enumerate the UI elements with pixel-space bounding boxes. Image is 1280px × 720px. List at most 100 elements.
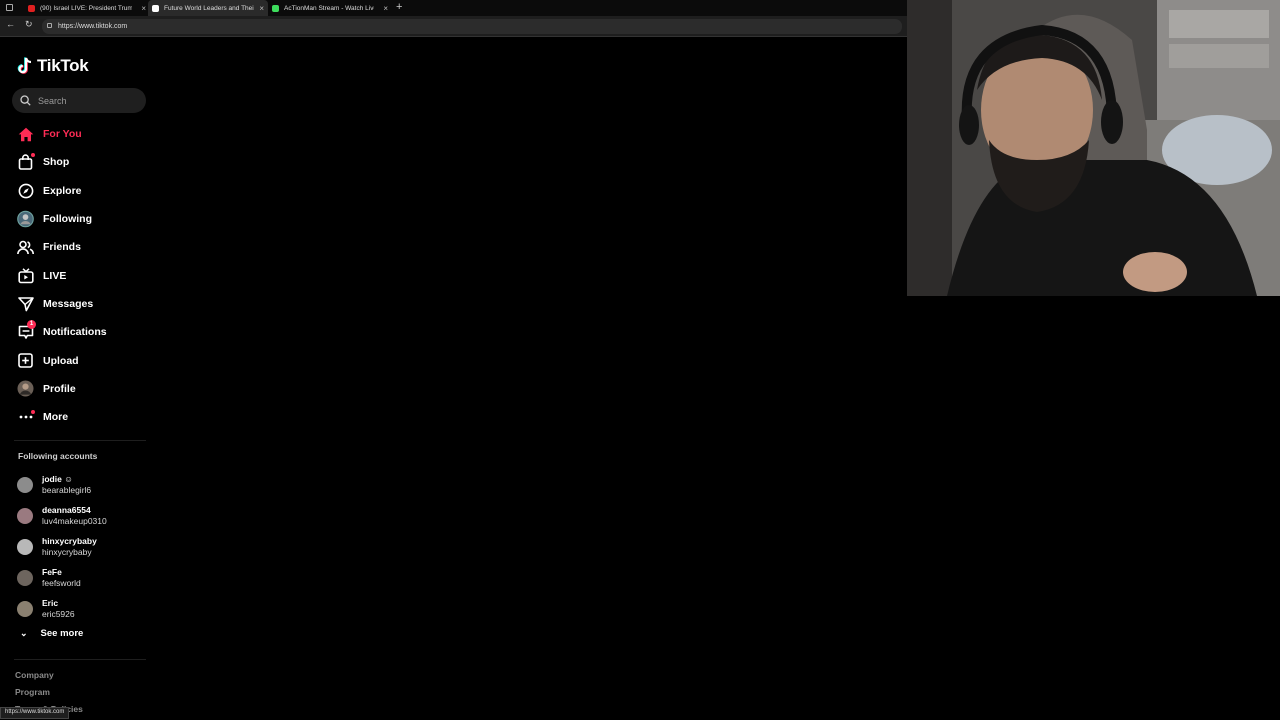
- reload-icon[interactable]: ↻: [25, 19, 33, 30]
- shop-dot: [31, 152, 35, 157]
- back-arrow-icon[interactable]: ←: [6, 19, 15, 29]
- sidebar-divider: [14, 440, 146, 441]
- chevron-down-icon: ⌄: [20, 628, 28, 638]
- account-names: deanna6554 luv4makeup0310: [42, 505, 107, 527]
- following-account-item[interactable]: FeFe feefsworld: [17, 562, 107, 593]
- friends-icon: [17, 239, 34, 256]
- account-avatar: [17, 476, 33, 493]
- browser-tab-bar: (90) Israel LIVE: President Trump × Futu…: [0, 0, 907, 16]
- account-names: jodie ☺ bearablegirl6: [42, 474, 91, 496]
- following-account-item[interactable]: hinxycrybaby hinxycrybaby: [17, 531, 107, 562]
- account-avatar: [17, 569, 33, 586]
- account-avatar: [17, 538, 33, 555]
- nav-label: Following: [43, 213, 92, 226]
- compass-icon: [17, 182, 34, 199]
- url-field[interactable]: https://www.tiktok.com: [42, 19, 902, 34]
- account-handle: eric5926: [42, 608, 75, 619]
- nav-item-shop[interactable]: Shop: [0, 148, 150, 176]
- account-name: Eric: [42, 597, 59, 608]
- following-account-item[interactable]: deanna6554 luv4makeup0310: [17, 500, 107, 531]
- account-names: Eric eric5926: [42, 598, 75, 620]
- search-icon: [20, 95, 31, 106]
- home-icon: [17, 126, 34, 143]
- nav-item-messages[interactable]: Messages: [0, 290, 150, 318]
- close-tab-icon[interactable]: ×: [141, 4, 146, 13]
- nav-item-friends[interactable]: Friends: [0, 233, 150, 261]
- nav-label: Messages: [43, 297, 94, 310]
- nav-item-live[interactable]: LIVE: [0, 261, 150, 289]
- url-text: https://www.tiktok.com: [58, 23, 128, 30]
- youtube-favicon-icon: [28, 4, 35, 12]
- tiktok-favicon-icon: [152, 4, 159, 12]
- nav-label: More: [43, 411, 69, 424]
- account-names: FeFe feefsworld: [42, 567, 81, 589]
- nav-item-for-you[interactable]: For You: [0, 120, 150, 148]
- see-more-label: See more: [40, 628, 84, 639]
- browser-status-bar: https://www.tiktok.com: [0, 707, 70, 719]
- following-accounts-list: jodie ☺ bearablegirl6 deanna6554 luv4mak…: [17, 469, 107, 624]
- nav-item-upload[interactable]: Upload: [0, 346, 150, 374]
- account-avatar: [17, 507, 33, 524]
- footer-link-program[interactable]: Program: [15, 687, 50, 697]
- nav-item-notifications[interactable]: 1 Notifications: [0, 318, 150, 346]
- nav-label: Shop: [43, 156, 70, 169]
- webcam-overlay: [907, 0, 1280, 296]
- browser-tab-3[interactable]: AcTionMan Stream - Watch Live ×: [272, 0, 388, 16]
- new-tab-button[interactable]: +: [396, 1, 402, 13]
- nav-label: LIVE: [43, 269, 67, 282]
- see-more-button[interactable]: ⌄ See more: [20, 628, 83, 639]
- profile-avatar-icon: [17, 380, 34, 397]
- webcam-streamer-image: [907, 0, 1280, 296]
- close-tab-icon[interactable]: ×: [383, 4, 388, 13]
- search-box[interactable]: [12, 88, 146, 113]
- tab-title: Future World Leaders and Their: [164, 4, 254, 12]
- kick-favicon-icon: [272, 4, 279, 12]
- footer-link-company[interactable]: Company: [15, 670, 54, 680]
- close-tab-icon[interactable]: ×: [259, 4, 264, 13]
- shopping-bag-icon: [17, 152, 35, 171]
- notification-badge: 1: [27, 319, 36, 329]
- footer-divider: [14, 659, 146, 660]
- nav-item-explore[interactable]: Explore: [0, 177, 150, 205]
- notifications-icon: 1: [17, 319, 36, 341]
- tab-menu-icon[interactable]: [6, 4, 13, 11]
- browser-tab-2[interactable]: Future World Leaders and Their ×: [148, 0, 268, 16]
- account-handle: luv4makeup0310: [42, 515, 107, 526]
- account-handle: bearablegirl6: [42, 484, 92, 495]
- nav-item-profile[interactable]: Profile: [0, 375, 150, 403]
- account-avatar: [17, 600, 33, 617]
- account-name: jodie ☺: [42, 473, 73, 484]
- account-handle: hinxycrybaby: [42, 546, 92, 557]
- nav-label: Explore: [43, 184, 82, 197]
- nav-item-more[interactable]: More: [0, 403, 150, 431]
- browser-tab-1[interactable]: (90) Israel LIVE: President Trump ×: [28, 0, 146, 16]
- search-input[interactable]: [36, 94, 140, 107]
- following-account-item[interactable]: Eric eric5926: [17, 593, 107, 624]
- nav-label: Upload: [43, 354, 79, 367]
- tiktok-note-icon: [17, 57, 32, 74]
- account-name: deanna6554: [42, 504, 91, 515]
- tiktok-logo[interactable]: TikTok: [17, 56, 89, 76]
- nav-item-following[interactable]: Following: [0, 205, 150, 233]
- brand-name: TikTok: [37, 56, 89, 75]
- account-handle: feefsworld: [42, 577, 81, 588]
- account-name: FeFe: [42, 566, 62, 577]
- live-tv-icon: [17, 267, 34, 284]
- nav-label: Notifications: [43, 326, 107, 339]
- following-account-item[interactable]: jodie ☺ bearablegirl6: [17, 469, 107, 500]
- account-names: hinxycrybaby hinxycrybaby: [42, 536, 97, 558]
- following-avatar-icon: [17, 210, 34, 228]
- tab-title: AcTionMan Stream - Watch Live: [284, 4, 374, 12]
- nav-label: Friends: [43, 241, 81, 254]
- sidebar-nav: For You Shop Explore Following Friends L…: [0, 120, 150, 431]
- nav-label: For You: [43, 128, 82, 141]
- nav-label: Profile: [43, 382, 76, 395]
- account-name: hinxycrybaby: [42, 535, 97, 546]
- following-accounts-heading: Following accounts: [18, 451, 98, 461]
- lock-icon: [47, 23, 52, 28]
- tab-title: (90) Israel LIVE: President Trump: [40, 4, 132, 12]
- send-icon: [17, 295, 34, 312]
- more-dots-icon: [17, 409, 35, 426]
- more-dot: [31, 409, 35, 414]
- upload-plus-icon: [17, 352, 34, 369]
